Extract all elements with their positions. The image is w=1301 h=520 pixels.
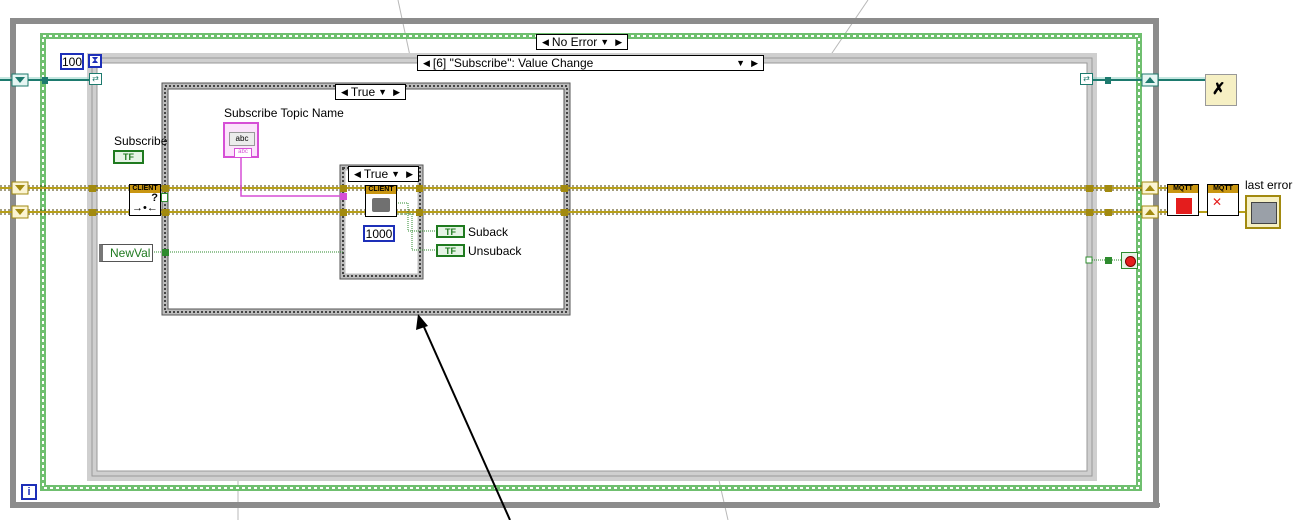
increment-arrow-icon[interactable]: ▶ [406,167,413,181]
mqtt-stop-node[interactable]: MQTT [1167,184,1199,216]
subscribe-boolean-terminal[interactable]: TF [113,150,144,164]
stop-icon [1176,198,1192,214]
dropdown-arrow-icon[interactable]: ▼ [736,56,745,70]
dropdown-arrow-icon[interactable]: ▼ [378,85,387,99]
selector-terminal [161,193,168,202]
client-node[interactable]: CLIENT ? →•← [129,184,161,216]
tunnels [42,77,1112,264]
subscribe-icon [372,198,390,212]
inner-case-selector[interactable]: ◀ True ▼ ▶ [335,84,406,100]
unsuback-indicator[interactable]: TF [436,244,465,257]
increment-arrow-icon[interactable]: ▶ [751,56,758,70]
annotation-line [717,475,729,520]
arrow-connector-icon: →•← [132,202,158,214]
close-connection-icon[interactable]: ✗ [1205,74,1237,106]
timeout-constant[interactable]: 100 [60,53,84,70]
decrement-arrow-icon[interactable]: ◀ [354,167,361,181]
dropdown-arrow-icon[interactable]: ▼ [391,167,400,181]
mqtt-subscribe-node[interactable]: CLIENT [365,185,397,217]
outer-case-frame [40,33,1142,491]
stop-terminal[interactable] [1121,252,1138,269]
subscribe-topic-terminal[interactable]: abc abc [223,122,259,158]
stop-button-icon [1125,256,1136,267]
decrement-arrow-icon[interactable]: ◀ [423,56,430,70]
block-diagram-wiring [0,0,1246,520]
while-loop-frame [10,18,1159,508]
suback-indicator[interactable]: TF [436,225,465,238]
hourglass-icon[interactable]: ⧗ [88,54,102,68]
error-cluster-icon[interactable] [1245,195,1281,229]
shift-registers [11,73,1159,219]
innermost-case-selector[interactable]: ◀ True ▼ ▶ [348,166,419,182]
newval-event-data[interactable]: NewVal [99,244,153,262]
suback-label: Suback [468,225,509,239]
unsuback-label: Unsuback [468,244,522,258]
increment-arrow-icon[interactable]: ▶ [393,85,400,99]
increment-arrow-icon[interactable]: ▶ [615,35,622,49]
decrement-arrow-icon[interactable]: ◀ [341,85,348,99]
wait-constant[interactable]: 1000 [363,225,395,242]
dynamic-event-terminal-icon[interactable]: ⇄ [1080,73,1093,85]
outer-case-selector[interactable]: ◀ No Error ▼ ▶ [536,34,629,50]
event-structure-frame [87,53,1097,481]
mqtt-close-node[interactable]: MQTT ✕ [1207,184,1239,216]
dropdown-arrow-icon[interactable]: ▼ [600,35,609,49]
last-error-label: last error [1245,178,1293,192]
annotation-line [397,0,411,57]
subscribe-label: Subscribe [114,134,168,148]
event-data-node-icon[interactable]: ⇄ [89,73,102,85]
subscribe-topic-label: Subscribe Topic Name [224,106,344,120]
iteration-terminal: i [21,484,37,500]
close-x-icon: ✕ [1212,195,1223,209]
decrement-arrow-icon[interactable]: ◀ [542,35,549,49]
event-selector[interactable]: ◀ [6] "Subscribe": Value Change ▼ ▶ [417,55,764,71]
annotation-line [829,0,869,57]
